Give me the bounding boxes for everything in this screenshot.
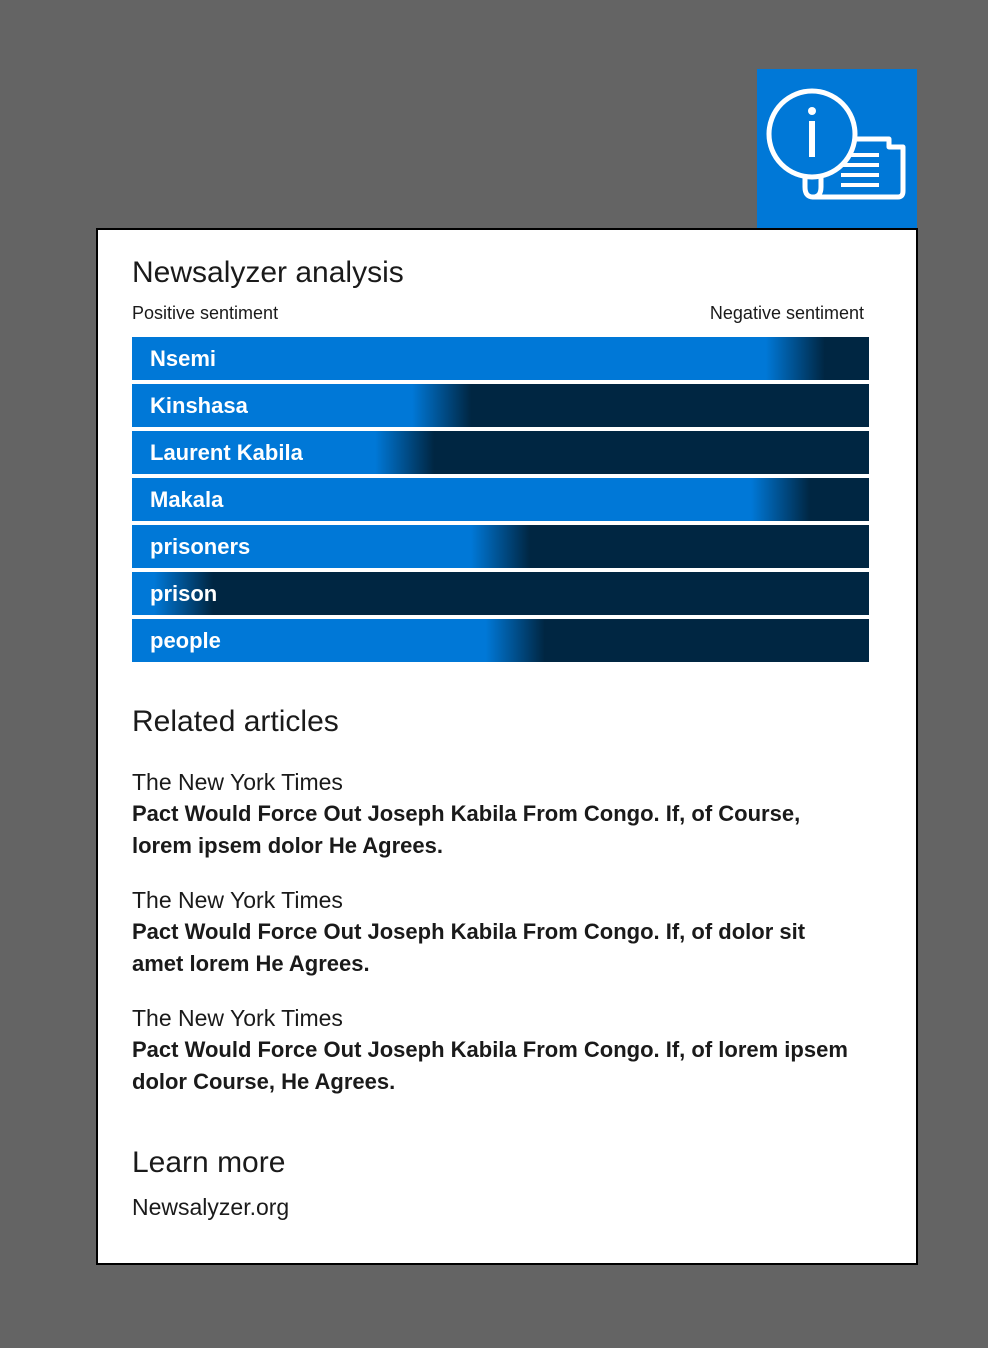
- entity-label: Makala: [150, 487, 224, 512]
- article-source: The New York Times: [132, 769, 343, 795]
- analysis-title: Newsalyzer analysis: [132, 256, 404, 289]
- sentiment-bar[interactable]: prison: [132, 572, 869, 615]
- article-headline[interactable]: Pact Would Force Out Joseph Kabila From …: [132, 798, 852, 862]
- sentiment-bar[interactable]: people: [132, 619, 869, 662]
- entity-label: people: [150, 628, 221, 653]
- sentiment-bar[interactable]: prisoners: [132, 525, 869, 568]
- sentiment-bar[interactable]: Makala: [132, 478, 869, 521]
- article-headline[interactable]: Pact Would Force Out Joseph Kabila From …: [132, 916, 852, 980]
- sentiment-bar[interactable]: Nsemi: [132, 337, 869, 380]
- article-item[interactable]: The New York Times Pact Would Force Out …: [132, 766, 852, 862]
- entity-label: prison: [150, 581, 218, 606]
- entity-label: Kinshasa: [150, 393, 248, 418]
- article-source: The New York Times: [132, 887, 343, 913]
- related-articles-list: The New York Times Pact Would Force Out …: [132, 766, 852, 1120]
- sentiment-bar[interactable]: Laurent Kabila: [132, 431, 869, 474]
- newsalyzer-link[interactable]: Newsalyzer.org: [132, 1194, 289, 1221]
- related-articles-title: Related articles: [132, 705, 339, 738]
- entity-label: prisoners: [150, 534, 251, 559]
- analysis-panel: Newsalyzer analysis Positive sentiment N…: [96, 228, 918, 1265]
- sentiment-bar[interactable]: Kinshasa: [132, 384, 869, 427]
- sentiment-bars: Nsemi Kinshasa Laurent Kabila Makala pri…: [132, 337, 869, 666]
- app-tile[interactable]: [757, 69, 917, 229]
- info-newspaper-icon: [766, 88, 906, 200]
- negative-sentiment-label: Negative sentiment: [709, 303, 864, 323]
- positive-sentiment-label: Positive sentiment: [132, 303, 279, 323]
- article-item[interactable]: The New York Times Pact Would Force Out …: [132, 884, 852, 980]
- article-headline[interactable]: Pact Would Force Out Joseph Kabila From …: [132, 1034, 852, 1098]
- entity-label: Nsemi: [150, 346, 217, 371]
- article-item[interactable]: The New York Times Pact Would Force Out …: [132, 1002, 852, 1098]
- article-source: The New York Times: [132, 1005, 343, 1031]
- learn-more-title: Learn more: [132, 1146, 286, 1179]
- entity-label: Laurent Kabila: [150, 440, 303, 465]
